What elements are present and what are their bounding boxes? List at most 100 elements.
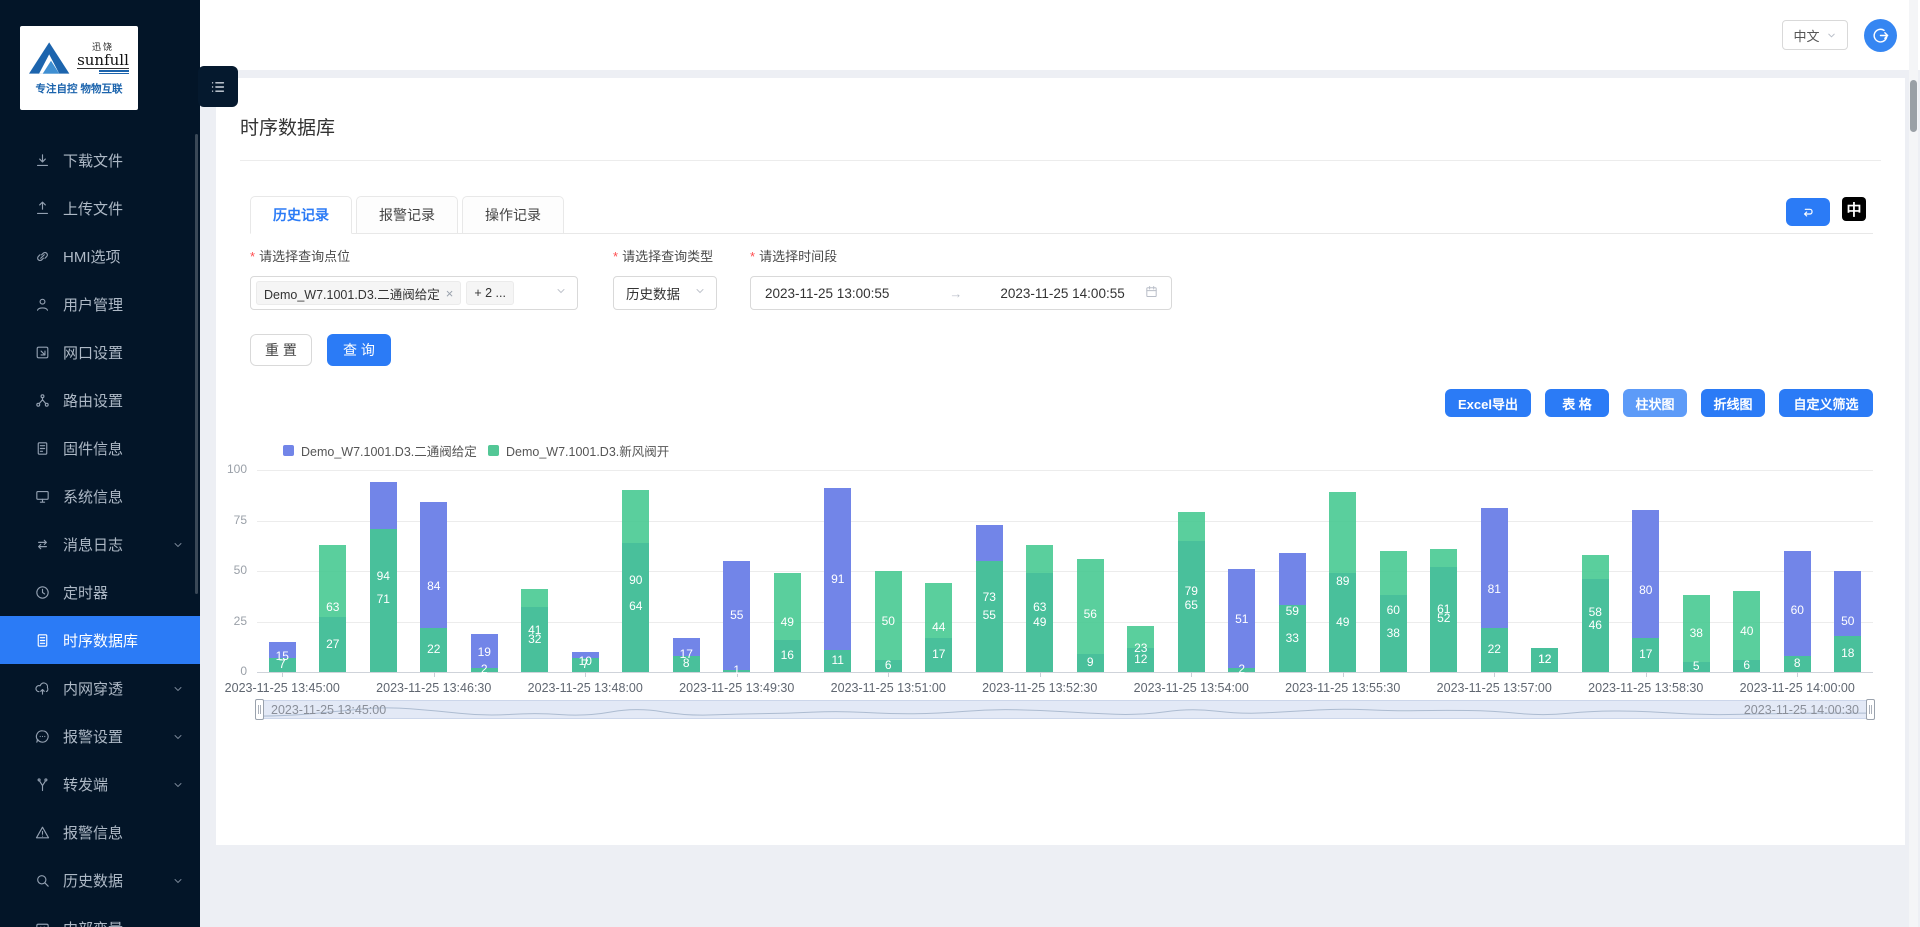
datazoom-end-label: 2023-11-25 14:00:30 <box>1744 703 1859 717</box>
range-arrow-icon: → <box>949 286 962 301</box>
datazoom-left-handle[interactable] <box>255 699 264 720</box>
chevron-down-icon <box>555 284 567 302</box>
chevron-down-icon <box>172 538 184 550</box>
sidebar-item-label: 报警信息 <box>63 822 123 843</box>
legend-item-Demo_W7.1001.D3.二通阀给定[interactable]: Demo_W7.1001.D3.二通阀给定 <box>283 441 477 460</box>
panel-collapse-button[interactable] <box>1786 198 1830 226</box>
sidebar-item-label: 固件信息 <box>63 438 123 459</box>
range-label: *请选择时间段 <box>750 246 837 265</box>
datazoom-slider[interactable]: 2023-11-25 13:45:00 2023-11-25 14:00:30 <box>258 700 1872 719</box>
sidebar-item-label: 消息日志 <box>63 534 123 555</box>
chevron-down-icon <box>172 730 184 742</box>
range-end-value[interactable]: 2023-11-25 14:00:55 <box>1000 286 1124 301</box>
tag-remove-icon[interactable]: × <box>446 286 454 301</box>
sidebar-item-用户管理[interactable]: 用户管理 <box>0 280 200 328</box>
chevron-down-icon <box>172 874 184 886</box>
date-range-picker[interactable]: 2023-11-25 13:00:55 → 2023-11-25 14:00:5… <box>750 276 1172 310</box>
sidebar-item-label: 报警设置 <box>63 726 123 747</box>
sidebar-scrollbar[interactable] <box>195 134 198 594</box>
sidebar-menu: 下载文件上传文件HMI选项用户管理网口设置路由设置固件信息系统信息消息日志 定时… <box>0 136 200 927</box>
sidebar-collapse-button[interactable] <box>198 66 238 107</box>
chevron-down-icon <box>1826 30 1837 41</box>
page-scrollbar-thumb[interactable] <box>1910 80 1917 132</box>
forward-icon <box>34 776 51 793</box>
range-start-value[interactable]: 2023-11-25 13:00:55 <box>765 286 889 301</box>
network-port-icon <box>34 344 51 361</box>
top-header <box>200 0 1920 70</box>
query-button[interactable]: 查 询 <box>327 334 391 366</box>
firmware-icon <box>34 440 51 457</box>
action-button-自定义筛选[interactable]: 自定义筛选 <box>1779 389 1873 417</box>
selected-point-tag: Demo_W7.1001.D3.二通阀给定 × <box>256 281 461 305</box>
translate-toggle-button[interactable]: 中 <box>1842 197 1866 221</box>
legend-swatch <box>488 445 499 456</box>
upload-icon <box>34 200 51 217</box>
sidebar-item-label: 内部变量 <box>63 918 123 927</box>
message-log-icon <box>34 536 51 553</box>
sidebar-item-label: 路由设置 <box>63 390 123 411</box>
sidebar-item-label: 历史数据 <box>63 870 123 891</box>
warning-icon <box>34 824 51 841</box>
brand-logo: 迅饶 sunfull 专注自控 物物互联 <box>20 26 138 110</box>
sidebar-item-报警设置[interactable]: 报警设置 <box>0 712 200 760</box>
brand-name-en: sunfull <box>77 53 129 69</box>
sidebar-item-报警信息[interactable]: 报警信息 <box>0 808 200 856</box>
sidebar-item-消息日志[interactable]: 消息日志 <box>0 520 200 568</box>
sidebar-item-转发端[interactable]: 转发端 <box>0 760 200 808</box>
required-asterisk: * <box>250 249 255 264</box>
sidebar-item-路由设置[interactable]: 路由设置 <box>0 376 200 424</box>
action-button-柱状图[interactable]: 柱状图 <box>1623 389 1687 417</box>
legend-item-Demo_W7.1001.D3.新风阀开[interactable]: Demo_W7.1001.D3.新风阀开 <box>488 441 669 460</box>
sidebar-item-系统信息[interactable]: 系统信息 <box>0 472 200 520</box>
cloud-upload-icon <box>34 680 51 697</box>
sidebar-item-label: 时序数据库 <box>63 630 138 651</box>
language-select[interactable]: 中文 <box>1782 20 1848 50</box>
action-button-表 格[interactable]: 表 格 <box>1545 389 1609 417</box>
brand-lines <box>99 70 129 76</box>
sidebar-item-HMI选项[interactable]: HMI选项 <box>0 232 200 280</box>
content-card <box>216 78 1905 845</box>
user-avatar-logout-button[interactable] <box>1864 19 1897 52</box>
sidebar-item-上传文件[interactable]: 上传文件 <box>0 184 200 232</box>
language-select-value: 中文 <box>1793 26 1819 45</box>
tab-操作记录[interactable]: 操作记录 <box>462 196 564 234</box>
return-arrow-icon <box>1800 204 1816 220</box>
action-button-折线图[interactable]: 折线图 <box>1701 389 1765 417</box>
page-title: 时序数据库 <box>240 113 335 140</box>
legend-label: Demo_W7.1001.D3.二通阀给定 <box>301 441 477 460</box>
sidebar-item-网口设置[interactable]: 网口设置 <box>0 328 200 376</box>
required-asterisk: * <box>613 249 618 264</box>
sidebar-item-时序数据库[interactable]: 时序数据库 <box>0 616 200 664</box>
sidebar-item-label: 系统信息 <box>63 486 123 507</box>
datazoom-right-handle[interactable] <box>1866 699 1875 720</box>
tab-bar: 历史记录报警记录操作记录 <box>250 196 1873 234</box>
download-icon <box>34 152 51 169</box>
sidebar-item-label: 下载文件 <box>63 150 123 171</box>
reset-button[interactable]: 重 置 <box>250 334 312 366</box>
sidebar-item-内部变量[interactable]: 内部变量 <box>0 904 200 927</box>
sidebar-item-下载文件[interactable]: 下载文件 <box>0 136 200 184</box>
page-scrollbar[interactable] <box>1909 0 1918 927</box>
tab-报警记录[interactable]: 报警记录 <box>356 196 458 234</box>
menu-list-icon <box>208 77 228 97</box>
action-button-Excel导出[interactable]: Excel导出 <box>1445 389 1531 417</box>
point-multiselect[interactable]: Demo_W7.1001.D3.二通阀给定 × + 2 ... <box>250 276 578 310</box>
divider <box>240 160 1881 161</box>
route-icon <box>34 392 51 409</box>
type-select-label: *请选择查询类型 <box>613 246 713 265</box>
sidebar-item-定时器[interactable]: 定时器 <box>0 568 200 616</box>
tab-历史记录[interactable]: 历史记录 <box>250 196 352 234</box>
timer-icon <box>34 584 51 601</box>
sidebar-item-固件信息[interactable]: 固件信息 <box>0 424 200 472</box>
brand-slogan: 专注自控 物物互联 <box>36 81 123 96</box>
datazoom-start-label: 2023-11-25 13:45:00 <box>271 703 386 717</box>
system-icon <box>34 488 51 505</box>
type-select[interactable]: 历史数据 <box>613 276 717 310</box>
sunfull-triangle-logo <box>29 40 73 76</box>
sidebar-item-内网穿透[interactable]: 内网穿透 <box>0 664 200 712</box>
logout-icon <box>1871 26 1890 45</box>
point-select-label: *请选择查询点位 <box>250 246 350 265</box>
sidebar-item-历史数据[interactable]: 历史数据 <box>0 856 200 904</box>
chevron-down-icon <box>172 682 184 694</box>
link-icon <box>34 248 51 265</box>
